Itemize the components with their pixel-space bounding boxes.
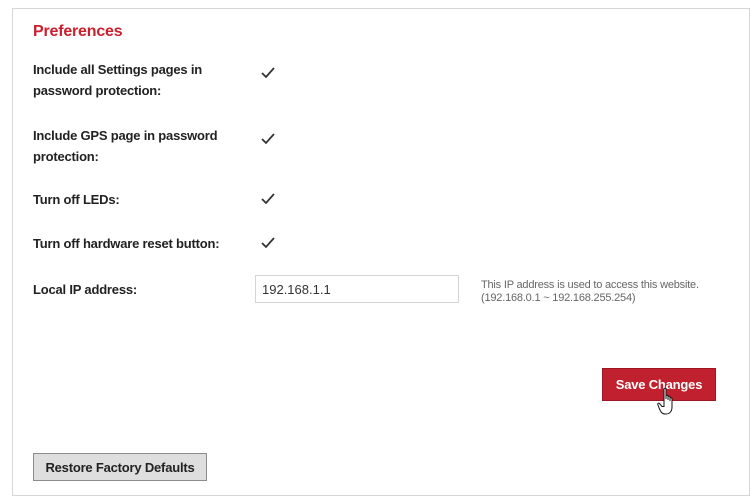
local-ip-input[interactable] [255,275,459,303]
checkmark-icon [261,133,275,145]
option-label-turn-off-leds: Turn off LEDs: [33,192,120,207]
checkmark-icon [261,237,275,249]
local-ip-hint: This IP address is used to access this w… [481,279,699,304]
settings-protection-checkbox[interactable] [259,64,277,82]
checkmark-icon [261,193,275,205]
option-label-gps-protection: Include GPS page in password protection: [33,128,218,164]
section-title: Preferences [33,23,123,40]
checkmark-icon [261,67,275,79]
gps-protection-checkbox[interactable] [259,130,277,148]
turn-off-leds-checkbox[interactable] [259,190,277,208]
hardware-reset-checkbox[interactable] [259,234,277,252]
local-ip-label: Local IP address: [33,282,138,297]
preferences-panel: Preferences Include all Settings pages i… [12,8,750,496]
save-changes-button[interactable]: Save Changes [602,368,716,401]
option-label-settings-protection: Include all Settings pages in password p… [33,62,203,98]
option-label-hardware-reset: Turn off hardware reset button: [33,236,220,251]
restore-factory-defaults-button[interactable]: Restore Factory Defaults [33,453,207,481]
